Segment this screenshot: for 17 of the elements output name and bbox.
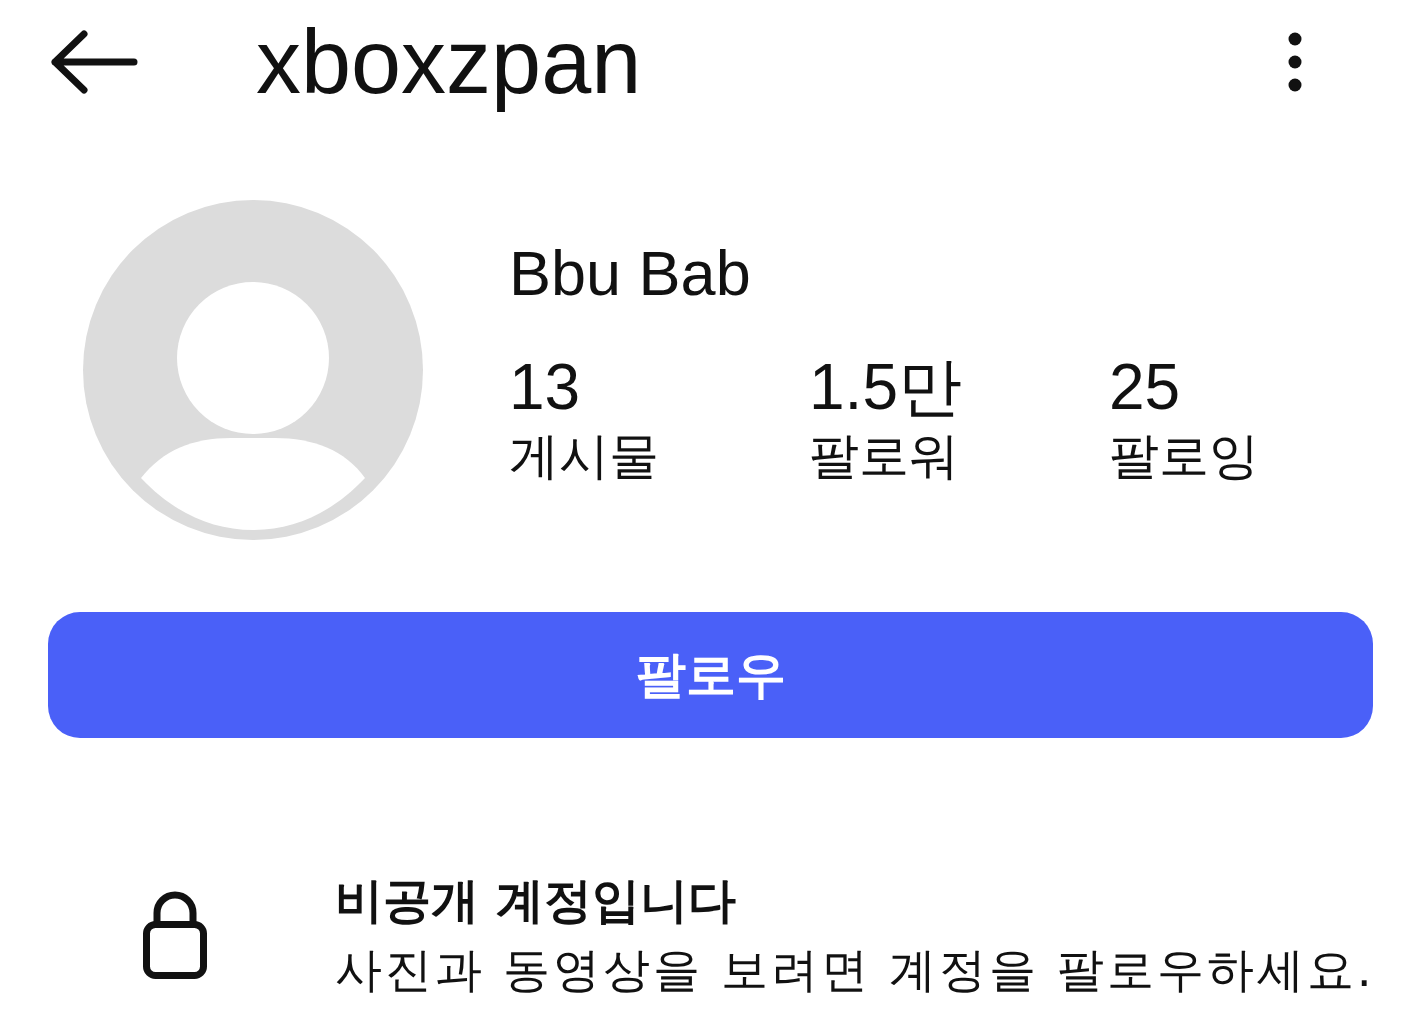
stat-count: 25	[1109, 351, 1181, 422]
more-options-button[interactable]	[1287, 31, 1303, 93]
username-title: xboxzpan	[256, 12, 642, 112]
follow-button[interactable]: 팔로우	[48, 612, 1373, 738]
stat-count: 1.5만	[809, 351, 962, 422]
back-button[interactable]	[50, 30, 138, 94]
stat-label: 팔로잉	[1109, 426, 1259, 486]
stat-count: 13	[509, 351, 581, 422]
stat-label: 팔로워	[809, 426, 959, 486]
avatar-placeholder-icon	[83, 200, 423, 540]
private-account-message: 사진과 동영상을 보려면 계정을 팔로우하세요.	[335, 940, 1375, 999]
back-arrow-icon	[50, 30, 138, 94]
private-account-title: 비공개 계정입니다	[335, 871, 736, 930]
profile-name: Bbu Bab	[509, 237, 751, 310]
more-options-icon	[1287, 31, 1303, 93]
stat-label: 게시물	[509, 426, 659, 486]
lock-icon	[143, 890, 207, 979]
